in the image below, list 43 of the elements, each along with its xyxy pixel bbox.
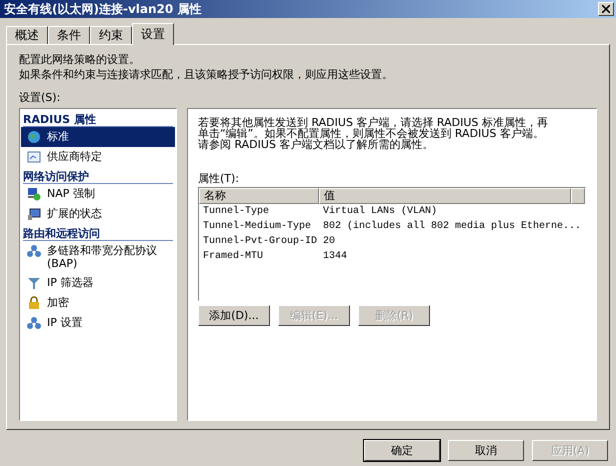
column-header[interactable]: 名称 bbox=[198, 188, 319, 204]
close-button[interactable] bbox=[598, 2, 614, 16]
intro-text: 配置此网络策略的设置。 bbox=[19, 53, 141, 66]
computers-icon bbox=[27, 187, 41, 201]
tab[interactable]: 设置 bbox=[132, 23, 174, 45]
description-text: 若要将其他属性发送到 RADIUS 客户端，请选择 RADIUS 标准属性，再单击“编辑”。如果不配置属性，则属性不会被发送到 RADIUS 客户端。请参阅 RADIUS 客户端文档以了解所需的属性。 bbox=[198, 117, 548, 150]
action-button[interactable]: 添加(D)... bbox=[198, 305, 270, 326]
attributes-label: 属性(T): bbox=[198, 172, 240, 185]
dialog-button[interactable]: 确定 bbox=[364, 440, 440, 461]
column-header[interactable]: 值 bbox=[318, 188, 571, 204]
intro-text: 如果条件和约束与连接请求匹配，且该策略授予访问权限，则应用这些设置。 bbox=[19, 68, 394, 81]
list-item[interactable]: IP 筛选器 bbox=[21, 273, 175, 293]
table-cell-text: 20 bbox=[322, 235, 336, 249]
table-cell-text: Tunnel-Type bbox=[202, 204, 270, 219]
settings-label: 设置(S): bbox=[19, 91, 62, 104]
list-item[interactable]: 加密 bbox=[21, 293, 175, 313]
network-icon bbox=[27, 244, 41, 258]
lock-icon bbox=[27, 296, 41, 310]
group-header: 路由和远程访问 bbox=[23, 227, 173, 241]
table-cell-text: Tunnel-Pvt-Group-ID bbox=[202, 234, 318, 249]
dialog-button[interactable]: 取消 bbox=[448, 440, 524, 461]
window-title: 安全有线(以太网)连接-vlan20 属性 bbox=[4, 0, 202, 18]
filter-icon bbox=[27, 276, 41, 290]
monitor-icon bbox=[27, 207, 41, 221]
list-item[interactable]: 标准 bbox=[21, 127, 175, 147]
globe-icon bbox=[27, 130, 41, 144]
list-item[interactable]: NAP 强制 bbox=[21, 184, 175, 204]
table-cell-text: Virtual LANs (VLAN) bbox=[322, 204, 438, 219]
tab[interactable]: 概述 bbox=[6, 26, 48, 44]
list-item[interactable]: IP 设置 bbox=[21, 313, 175, 333]
document-icon bbox=[27, 150, 41, 164]
table-cell-text: 1344 bbox=[322, 250, 348, 264]
list-item[interactable]: 供应商特定 bbox=[21, 147, 175, 167]
network-icon bbox=[27, 316, 41, 330]
close-icon bbox=[602, 5, 610, 13]
tab[interactable]: 条件 bbox=[48, 26, 90, 44]
list-item[interactable]: 扩展的状态 bbox=[21, 204, 175, 224]
table-cell-text: 802 (includes all 802 media plus Etherne... bbox=[322, 220, 582, 234]
tab[interactable]: 约束 bbox=[90, 26, 132, 44]
list-item[interactable]: 多链路和带宽分配协议 (BAP) bbox=[21, 241, 175, 273]
table-cell-text: Framed-MTU bbox=[202, 250, 264, 264]
table-cell-text: Tunnel-Medium-Type bbox=[202, 220, 312, 234]
group-header: 网络访问保护 bbox=[23, 170, 173, 184]
